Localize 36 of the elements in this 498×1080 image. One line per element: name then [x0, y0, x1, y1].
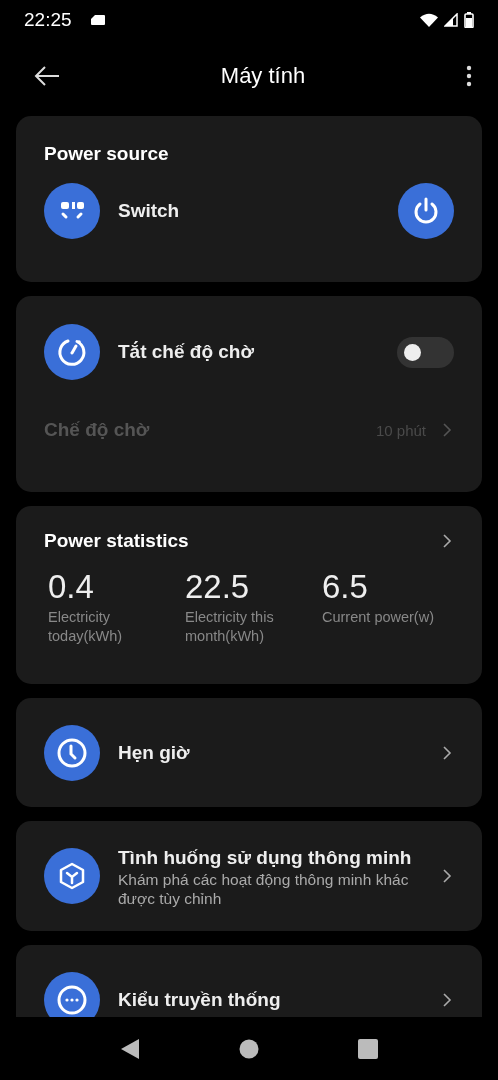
battery-icon: [464, 11, 474, 28]
home-nav-icon[interactable]: [239, 1038, 259, 1059]
chevron-right-icon[interactable]: [440, 534, 454, 549]
setting-label: Tắt chế độ chờ: [118, 341, 254, 364]
menu-item-title: Hẹn giờ: [118, 741, 191, 764]
stat-label: Current power(w): [321, 608, 435, 628]
chevron-right-icon[interactable]: [440, 993, 454, 1008]
more-options-icon[interactable]: [466, 64, 472, 87]
recents-nav-icon[interactable]: [358, 1038, 379, 1059]
hexagon-cube-icon: [44, 848, 100, 905]
power-button[interactable]: [398, 183, 454, 240]
back-nav-icon[interactable]: [119, 1037, 140, 1060]
stat-value: 6.5: [321, 568, 369, 607]
stat-label: Electricity this month(kWh): [184, 608, 275, 647]
clock-icon: [44, 724, 100, 781]
back-arrow-icon[interactable]: [34, 65, 60, 86]
section-title: Power source: [44, 143, 170, 166]
menu-item-title: Kiểu truyền thống: [118, 989, 282, 1012]
stat-value: 0.4: [47, 568, 95, 607]
gauge-icon: [44, 324, 100, 381]
stat-label: Electricity today(kWh): [47, 608, 124, 647]
plug-socket-icon: [44, 183, 100, 240]
wifi-icon: [420, 12, 438, 27]
page-title: Máy tính: [219, 62, 307, 89]
signal-icon: [444, 12, 458, 27]
sim-card-icon: [89, 13, 106, 26]
menu-item-title: Tình huống sử dụng thông minh: [118, 845, 413, 870]
device-label: Switch: [118, 200, 180, 223]
chevron-right-icon[interactable]: [440, 745, 454, 760]
menu-item-description: Khám phá các hoạt động thông minh khác được tùy chỉnh: [118, 869, 410, 908]
toggle-switch[interactable]: [397, 336, 454, 368]
stat-value: 22.5: [184, 568, 251, 607]
status-time: 22:25: [24, 8, 72, 31]
chevron-right-icon[interactable]: [440, 869, 454, 884]
chat-dots-icon: [44, 972, 100, 1018]
section-title: Power statistics: [44, 530, 189, 553]
